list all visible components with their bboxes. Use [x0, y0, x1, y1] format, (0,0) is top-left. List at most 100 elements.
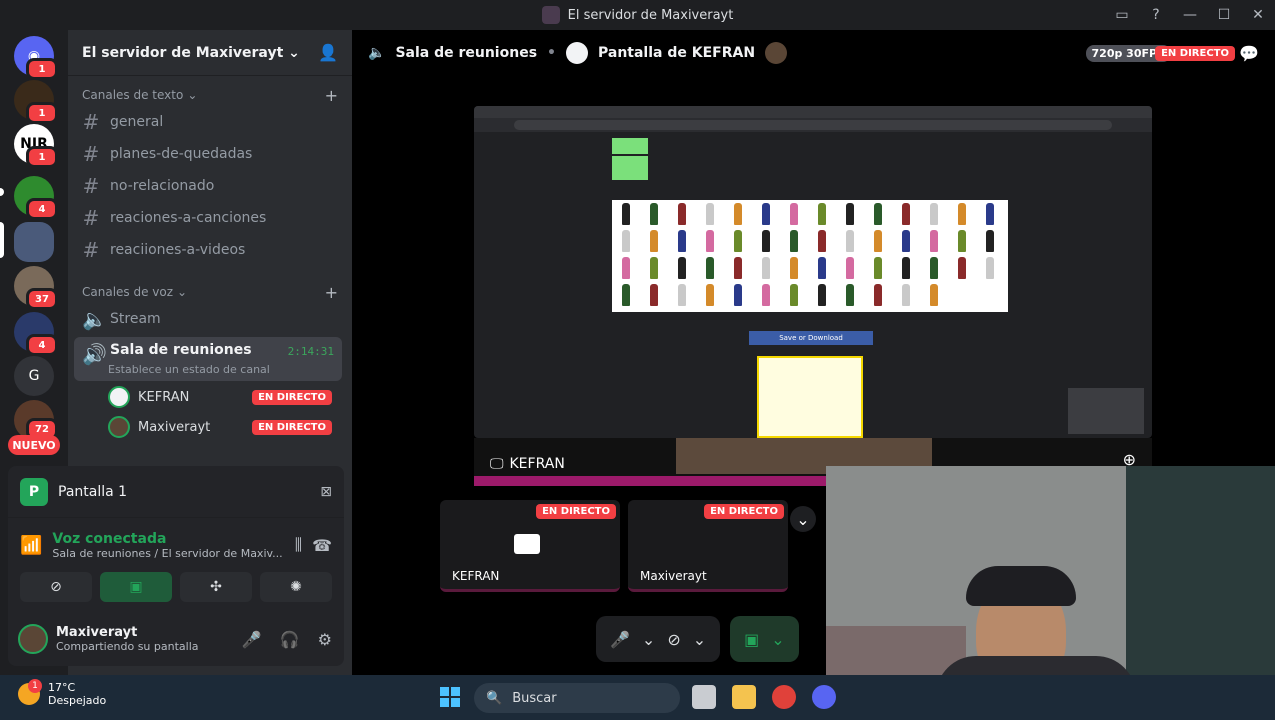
bottle-image [678, 203, 686, 225]
channel-no-relacionado[interactable]: # no-relacionado [82, 171, 344, 201]
taskbar-search[interactable]: 🔍 Buscar [474, 683, 680, 713]
close-button[interactable]: ✕ [1241, 0, 1275, 30]
add-member-icon[interactable]: 👤 [318, 43, 338, 62]
add-channel-icon[interactable]: + [325, 283, 338, 302]
voice-channel-active[interactable]: 🔊 Sala de reuniones 2:14:31 Establece un… [74, 337, 342, 381]
hash-icon: # [82, 142, 100, 166]
channel-reaciones[interactable]: # reaciones-a-canciones [82, 203, 344, 233]
server-icon-5[interactable]: 37 [14, 266, 58, 310]
save-download-button[interactable]: Save or Download [749, 331, 873, 345]
task-view-icon[interactable] [692, 685, 716, 709]
server-icon-3[interactable]: 4 [14, 176, 58, 220]
minimize-button[interactable]: — [1173, 0, 1207, 30]
browser-tabs [474, 106, 1152, 118]
stop-share-icon[interactable]: ⊠ [320, 484, 332, 500]
camera-off-button[interactable]: ⊘ [20, 572, 92, 602]
noise-suppression-icon[interactable]: ⫼ [295, 535, 302, 555]
avatar [108, 416, 130, 438]
windows-start-icon[interactable] [440, 687, 460, 707]
avatar [765, 42, 788, 64]
discord-icon[interactable] [812, 685, 836, 709]
screen-share-control[interactable]: ▣ ⌄ [730, 616, 799, 662]
screen-share-icon: ▣ [744, 629, 760, 649]
server-icon-nir[interactable]: NIR 1 [14, 124, 58, 168]
weather-condition: Despejado [48, 694, 107, 707]
avatar[interactable] [18, 624, 48, 654]
chevron-down-icon: ⌄ [177, 285, 188, 299]
maximize-button[interactable]: ☐ [1207, 0, 1241, 30]
bottle-image [734, 257, 742, 279]
bottle-image [818, 230, 826, 252]
participant-tile[interactable]: EN DIRECTO Maxiverayt [628, 500, 788, 592]
screen-share-preview[interactable]: P Pantalla 1 ⊠ [8, 466, 344, 518]
channel-planes[interactable]: # planes-de-quedadas [82, 139, 344, 169]
new-badge[interactable]: NUEVO [8, 435, 60, 455]
bottle-image [902, 257, 910, 279]
signal-icon[interactable]: 📶 [20, 535, 42, 556]
bottle-image [650, 257, 658, 279]
inbox-icon[interactable]: ▭ [1105, 0, 1139, 30]
chevron-down-icon[interactable]: ⌄ [790, 506, 816, 532]
microphone-icon[interactable]: 🎤 [242, 630, 262, 649]
channel-reaciiones[interactable]: # reaciiones-a-videos [82, 235, 344, 265]
file-explorer-icon[interactable] [732, 685, 756, 709]
voice-category[interactable]: Canales de voz ⌄ + [82, 283, 338, 302]
server-icon-6[interactable]: 4 [14, 312, 58, 356]
discord-home-icon[interactable]: ◉ 1 [14, 36, 58, 80]
user-status: Compartiendo su pantalla [56, 640, 199, 653]
speaker-icon: 🔊 [82, 342, 107, 366]
bottle-image [930, 230, 938, 252]
voice-channel-stream[interactable]: 🔈 Stream [82, 304, 344, 334]
bottle-image [818, 203, 826, 225]
headphones-icon[interactable]: 🎧 [280, 630, 300, 649]
separator: • [547, 45, 556, 61]
channel-general[interactable]: # general [82, 107, 344, 137]
voice-user-name: KEFRAN [138, 389, 190, 405]
channel-status[interactable]: Establece un estado de canal [108, 363, 270, 376]
bottle-image [734, 230, 742, 252]
browser-address-bar [474, 118, 1152, 132]
bottle-image [622, 230, 630, 252]
server-icon-8[interactable]: 72 [14, 400, 58, 440]
window-controls: ▭ ? — ☐ ✕ [1105, 0, 1275, 30]
disconnect-icon[interactable]: ☎ [312, 536, 332, 555]
chrome-icon[interactable] [772, 685, 796, 709]
mic-control[interactable]: 🎤 ⌄ ⊘ ⌄ [596, 616, 721, 662]
server-icon-g[interactable]: G [14, 356, 54, 396]
server-name-group: El servidor de Maxiverayt ⌄ [82, 45, 300, 61]
participant-name: KEFRAN [452, 569, 500, 583]
bottle-image [986, 203, 994, 225]
category-label: Canales de voz [82, 285, 174, 299]
soundboard-button[interactable]: ✺ [260, 572, 332, 602]
voice-user[interactable]: Maxiverayt EN DIRECTO [108, 413, 340, 441]
search-label: Buscar [512, 690, 557, 706]
shared-screen[interactable]: Save or Download [474, 106, 1152, 438]
help-icon[interactable]: ? [1139, 0, 1173, 30]
user-panel: P Pantalla 1 ⊠ 📶 Voz conectada Sala de r… [8, 466, 344, 666]
notification-badge: 37 [26, 288, 58, 310]
server-header[interactable]: El servidor de Maxiverayt ⌄ 👤 [68, 30, 352, 76]
account-info[interactable]: Maxiverayt Compartiendo su pantalla [56, 625, 199, 653]
voice-user[interactable]: KEFRAN EN DIRECTO [108, 383, 340, 411]
gear-icon[interactable]: ⚙ [318, 630, 332, 649]
voice-location: Sala de reuniones / El servidor de Maxiv… [52, 546, 283, 560]
notification-badge: 1 [26, 58, 58, 80]
voice-channel-name: Sala de reuniones [395, 45, 538, 61]
account-controls: 🎤 🎧 ⚙ [242, 630, 332, 649]
bottle-image [678, 257, 686, 279]
participant-tile[interactable]: EN DIRECTO KEFRAN [440, 500, 620, 592]
bottle-image [622, 257, 630, 279]
chat-icon[interactable]: 💬 [1239, 44, 1259, 63]
server-icon [541, 6, 560, 24]
server-icon-current[interactable] [14, 222, 54, 262]
server-icon-1[interactable]: 1 [14, 80, 58, 124]
chevron-down-icon: ⌄ [187, 88, 198, 102]
channel-label: general [110, 114, 164, 130]
weather-widget[interactable]: 17°C Despejado 1 [18, 679, 107, 707]
avatar [108, 386, 130, 408]
add-channel-icon[interactable]: + [325, 86, 338, 105]
activities-button[interactable]: ✣ [180, 572, 252, 602]
channel-label: Stream [110, 311, 161, 327]
text-category[interactable]: Canales de texto ⌄ + [82, 86, 338, 105]
screen-share-button[interactable]: ▣ [100, 572, 172, 602]
